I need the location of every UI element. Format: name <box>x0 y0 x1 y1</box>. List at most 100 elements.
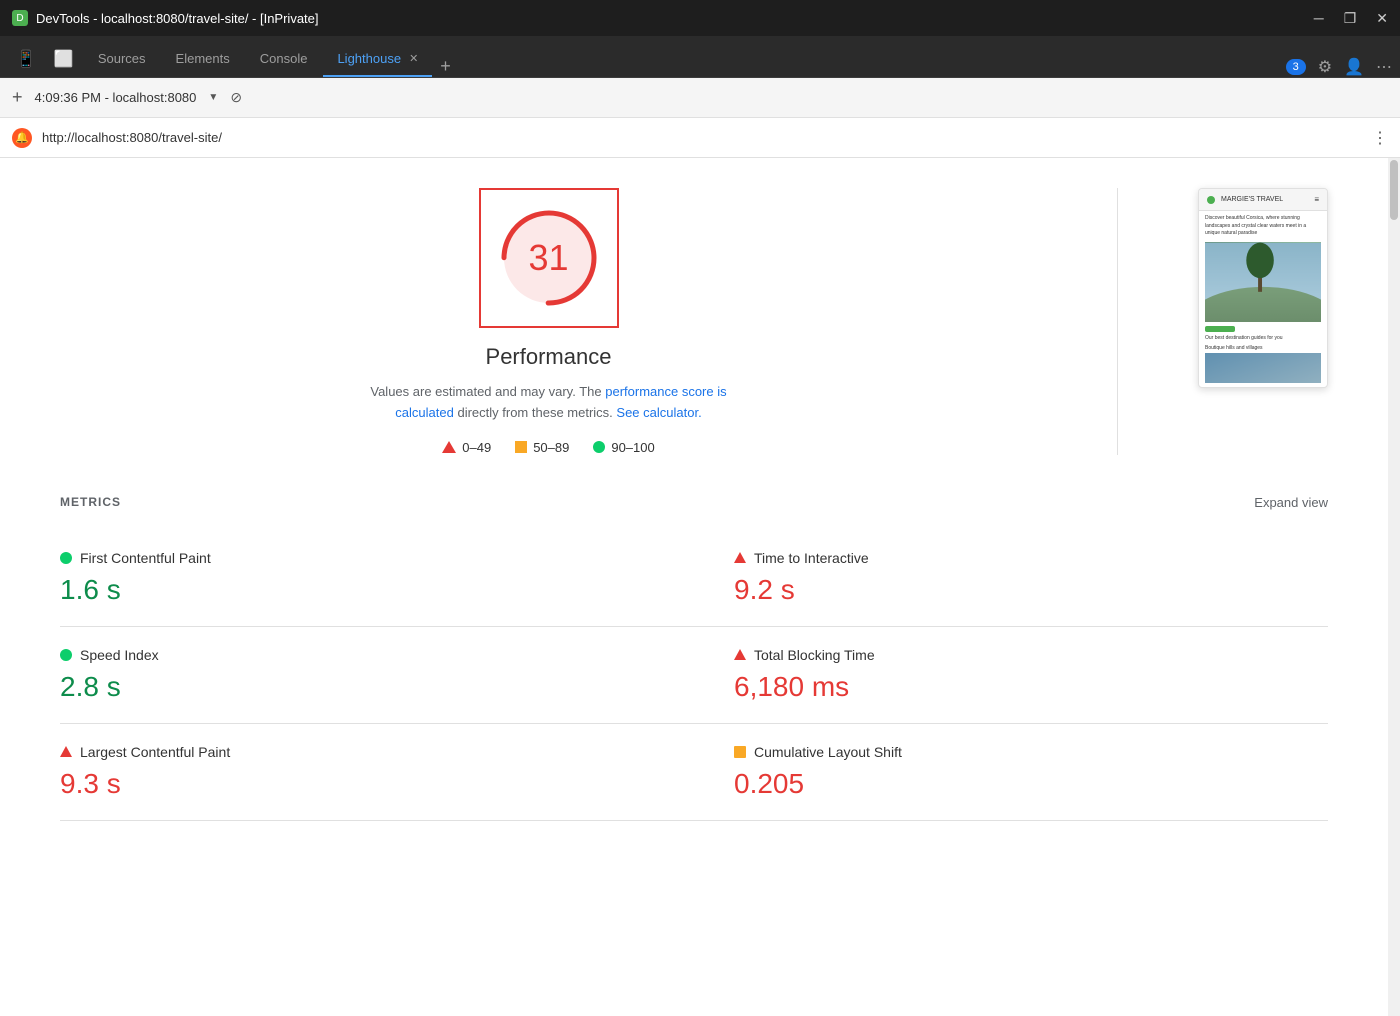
metrics-header: METRICS Expand view <box>60 495 1328 510</box>
vertical-divider <box>1117 188 1118 455</box>
tbt-indicator-icon <box>734 649 746 660</box>
screenshot-menu-icon: ≡ <box>1314 195 1319 204</box>
fcp-label: First Contentful Paint <box>80 550 211 566</box>
screenshot-footer-image <box>1205 353 1321 383</box>
lcp-value: 9.3 s <box>60 768 694 800</box>
metrics-section-title: METRICS <box>60 495 121 509</box>
timestamp-label: 4:09:36 PM - localhost:8080 <box>35 90 197 105</box>
screenshot-logo <box>1207 196 1215 204</box>
url-bar: 🔔 http://localhost:8080/travel-site/ ⋮ <box>0 118 1400 158</box>
orange-square-icon <box>515 441 527 453</box>
score-number: 31 <box>528 237 568 279</box>
metrics-grid: First Contentful Paint 1.6 s Time to Int… <box>60 530 1328 821</box>
metric-lcp-label-row: Largest Contentful Paint <box>60 744 694 760</box>
minimize-button[interactable]: ─ <box>1314 10 1324 27</box>
main-content: 31 Performance Values are estimated and … <box>0 158 1400 1016</box>
metric-si: Speed Index 2.8 s <box>60 627 694 724</box>
si-value: 2.8 s <box>60 671 694 703</box>
score-section: 31 Performance Values are estimated and … <box>60 188 1328 455</box>
window-controls: ─ ❐ ✕ <box>1314 10 1388 27</box>
metric-fcp: First Contentful Paint 1.6 s <box>60 530 694 627</box>
performance-score-box: 31 <box>479 188 619 328</box>
metric-cls: Cumulative Layout Shift 0.205 <box>694 724 1328 821</box>
legend-green: 90–100 <box>593 440 654 455</box>
metric-tti: Time to Interactive 9.2 s <box>694 530 1328 627</box>
devtools-tabs-right: 3 ⚙ 👤 ⋯ <box>1286 57 1392 77</box>
legend-green-label: 90–100 <box>611 440 654 455</box>
green-circle-icon <box>593 441 605 453</box>
screenshot-footer-text: Our best destination guides for you <box>1205 335 1321 343</box>
score-left-panel: 31 Performance Values are estimated and … <box>60 188 1037 455</box>
metric-tti-label-row: Time to Interactive <box>734 550 1328 566</box>
legend-red-label: 0–49 <box>462 440 491 455</box>
tab-sources[interactable]: Sources <box>84 41 160 77</box>
user-icon[interactable]: 👤 <box>1344 57 1364 77</box>
more-options-icon[interactable]: ⋯ <box>1376 57 1392 77</box>
tab-lighthouse[interactable]: Lighthouse ✕ <box>323 41 432 77</box>
site-screenshot: MARGIE'S TRAVEL ≡ Discover beautiful Cor… <box>1198 188 1328 388</box>
screenshot-site-title: MARGIE'S TRAVEL <box>1221 196 1283 203</box>
screenshot-main-image <box>1205 242 1321 322</box>
metric-si-label-row: Speed Index <box>60 647 694 663</box>
red-triangle-icon <box>442 441 456 453</box>
si-label: Speed Index <box>80 647 159 663</box>
url-text: http://localhost:8080/travel-site/ <box>42 130 1362 145</box>
score-title: Performance <box>486 344 612 370</box>
tab-elements[interactable]: Elements <box>162 41 244 77</box>
devtools-tabs-bar: 📱 ⬜ Sources Elements Console Lighthouse … <box>0 36 1400 78</box>
tbt-label: Total Blocking Time <box>754 647 875 663</box>
url-more-icon[interactable]: ⋮ <box>1372 128 1388 148</box>
lcp-indicator-icon <box>60 746 72 757</box>
devtools-icon: D <box>12 10 28 26</box>
cls-indicator-icon <box>734 746 746 758</box>
screenshot-header: MARGIE'S TRAVEL ≡ <box>1199 189 1327 211</box>
legend-orange: 50–89 <box>515 440 569 455</box>
metric-tbt: Total Blocking Time 6,180 ms <box>694 627 1328 724</box>
screenshot-footer-text2: Boutique hills and villages <box>1205 345 1321 353</box>
title-bar-left: D DevTools - localhost:8080/travel-site/… <box>12 10 319 26</box>
devtools-tabs-left: 📱 ⬜ Sources Elements Console Lighthouse … <box>8 41 457 77</box>
metric-cls-label-row: Cumulative Layout Shift <box>734 744 1328 760</box>
fcp-value: 1.6 s <box>60 574 694 606</box>
screenshot-badge <box>1205 326 1235 332</box>
tti-value: 9.2 s <box>734 574 1328 606</box>
settings-icon[interactable]: ⚙ <box>1318 57 1332 77</box>
add-tab-button[interactable]: + <box>434 56 457 77</box>
tti-label: Time to Interactive <box>754 550 869 566</box>
restore-button[interactable]: ❐ <box>1344 10 1357 27</box>
score-circle: 31 <box>494 203 604 313</box>
window-title: DevTools - localhost:8080/travel-site/ -… <box>36 11 319 26</box>
metric-tbt-label-row: Total Blocking Time <box>734 647 1328 663</box>
tab-console[interactable]: Console <box>246 41 322 77</box>
close-button[interactable]: ✕ <box>1376 10 1388 27</box>
scrollbar[interactable] <box>1388 158 1400 1016</box>
device-toggle-icon[interactable]: 📱 <box>8 49 44 77</box>
cls-label: Cumulative Layout Shift <box>754 744 902 760</box>
legend-orange-label: 50–89 <box>533 440 569 455</box>
new-tab-plus[interactable]: + <box>12 87 23 108</box>
dropdown-arrow-icon[interactable]: ▼ <box>208 92 218 103</box>
inspect-icon[interactable]: ⬜ <box>46 49 82 77</box>
title-bar: D DevTools - localhost:8080/travel-site/… <box>0 0 1400 36</box>
metric-lcp: Largest Contentful Paint 9.3 s <box>60 724 694 821</box>
tti-indicator-icon <box>734 552 746 563</box>
content-area: 31 Performance Values are estimated and … <box>0 158 1388 1016</box>
tbt-value: 6,180 ms <box>734 671 1328 703</box>
notification-badge[interactable]: 3 <box>1286 59 1306 75</box>
screenshot-landscape-svg <box>1205 242 1321 322</box>
expand-view-button[interactable]: Expand view <box>1254 495 1328 510</box>
metrics-section: METRICS Expand view First Contentful Pai… <box>60 495 1328 821</box>
security-icon: 🔔 <box>12 128 32 148</box>
screenshot-body: Discover beautiful Corsica, where stunni… <box>1199 211 1327 387</box>
legend-red: 0–49 <box>442 440 491 455</box>
metric-fcp-label-row: First Contentful Paint <box>60 550 694 566</box>
score-legend: 0–49 50–89 90–100 <box>442 440 654 455</box>
score-description: Values are estimated and may vary. The p… <box>349 382 749 424</box>
fcp-indicator-icon <box>60 552 72 564</box>
cls-value: 0.205 <box>734 768 1328 800</box>
scrollbar-thumb[interactable] <box>1390 160 1398 220</box>
stop-icon[interactable]: ⊘ <box>230 89 242 106</box>
screenshot-body-text: Discover beautiful Corsica, where stunni… <box>1205 215 1321 238</box>
calculator-link[interactable]: See calculator. <box>616 405 701 420</box>
close-lighthouse-tab[interactable]: ✕ <box>409 52 418 65</box>
